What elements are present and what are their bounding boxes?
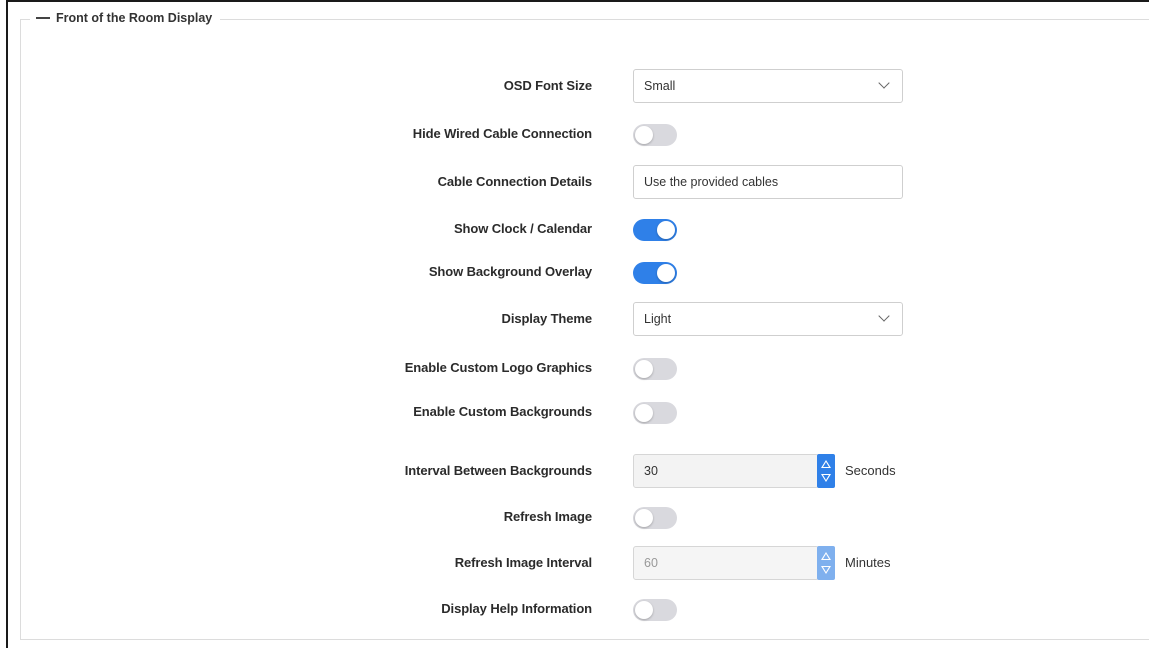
toggle-knob xyxy=(635,509,653,527)
toggle-knob xyxy=(657,264,675,282)
show-bg-overlay-label: Show Background Overlay xyxy=(428,264,592,279)
refresh-interval-unit: Minutes xyxy=(845,555,891,570)
collapse-icon[interactable] xyxy=(36,17,50,19)
row-show-bg-overlay: Show Background Overlay xyxy=(0,255,1149,289)
bg-interval-label: Interval Between Backgrounds xyxy=(404,463,592,478)
bg-interval-stepper[interactable] xyxy=(817,454,835,488)
toggle-knob xyxy=(635,601,653,619)
custom-bg-label: Enable Custom Backgrounds xyxy=(413,404,592,419)
section-legend[interactable]: Front of the Room Display xyxy=(30,11,221,25)
row-help-info: Display Help Information xyxy=(0,592,1149,626)
help-info-label: Display Help Information xyxy=(441,601,592,616)
row-display-theme: Display Theme Light xyxy=(0,302,1149,336)
row-osd-font-size: OSD Font Size Small xyxy=(0,69,1149,103)
chevron-down-icon xyxy=(878,77,890,89)
custom-logo-label: Enable Custom Logo Graphics xyxy=(404,360,592,375)
row-bg-interval: Interval Between Backgrounds 30 Seconds xyxy=(0,454,1149,488)
osd-font-size-value: Small xyxy=(644,79,676,93)
display-theme-label: Display Theme xyxy=(501,311,593,326)
show-clock-toggle[interactable] xyxy=(633,219,677,241)
refresh-interval-stepper[interactable] xyxy=(817,546,835,580)
step-up-icon[interactable] xyxy=(821,552,831,560)
bg-interval-input[interactable]: 30 xyxy=(633,454,819,488)
refresh-interval-label: Refresh Image Interval xyxy=(454,555,592,570)
refresh-image-label: Refresh Image xyxy=(503,509,592,524)
toggle-knob xyxy=(635,126,653,144)
step-down-icon[interactable] xyxy=(821,474,831,482)
row-refresh-interval: Refresh Image Interval 60 Minutes xyxy=(0,546,1149,580)
bg-interval-value: 30 xyxy=(644,464,658,478)
display-theme-select[interactable]: Light xyxy=(633,302,903,336)
row-hide-wired-cable: Hide Wired Cable Connection xyxy=(0,117,1149,151)
help-info-toggle[interactable] xyxy=(633,599,677,621)
hide-wired-cable-toggle[interactable] xyxy=(633,124,677,146)
show-bg-overlay-toggle[interactable] xyxy=(633,262,677,284)
section-title: Front of the Room Display xyxy=(56,11,213,25)
row-cable-details: Cable Connection Details Use the provide… xyxy=(0,165,1149,199)
cable-details-input[interactable]: Use the provided cables xyxy=(633,165,903,199)
hide-wired-cable-label: Hide Wired Cable Connection xyxy=(412,126,592,141)
cable-details-value: Use the provided cables xyxy=(644,175,779,189)
row-custom-bg: Enable Custom Backgrounds xyxy=(0,395,1149,429)
display-theme-value: Light xyxy=(644,312,672,326)
row-refresh-image: Refresh Image xyxy=(0,500,1149,534)
cable-details-label: Cable Connection Details xyxy=(437,174,592,189)
chevron-down-icon xyxy=(878,310,890,322)
step-down-icon[interactable] xyxy=(821,566,831,574)
show-clock-label: Show Clock / Calendar xyxy=(453,221,592,236)
toggle-knob xyxy=(635,404,653,422)
toggle-knob xyxy=(635,360,653,378)
refresh-image-toggle[interactable] xyxy=(633,507,677,529)
osd-font-size-label: OSD Font Size xyxy=(503,78,592,93)
bg-interval-unit: Seconds xyxy=(845,463,896,478)
toggle-knob xyxy=(657,221,675,239)
row-custom-logo: Enable Custom Logo Graphics xyxy=(0,351,1149,385)
row-show-clock: Show Clock / Calendar xyxy=(0,212,1149,246)
refresh-interval-input[interactable]: 60 xyxy=(633,546,819,580)
refresh-interval-value: 60 xyxy=(644,556,658,570)
custom-bg-toggle[interactable] xyxy=(633,402,677,424)
osd-font-size-select[interactable]: Small xyxy=(633,69,903,103)
custom-logo-toggle[interactable] xyxy=(633,358,677,380)
step-up-icon[interactable] xyxy=(821,460,831,468)
